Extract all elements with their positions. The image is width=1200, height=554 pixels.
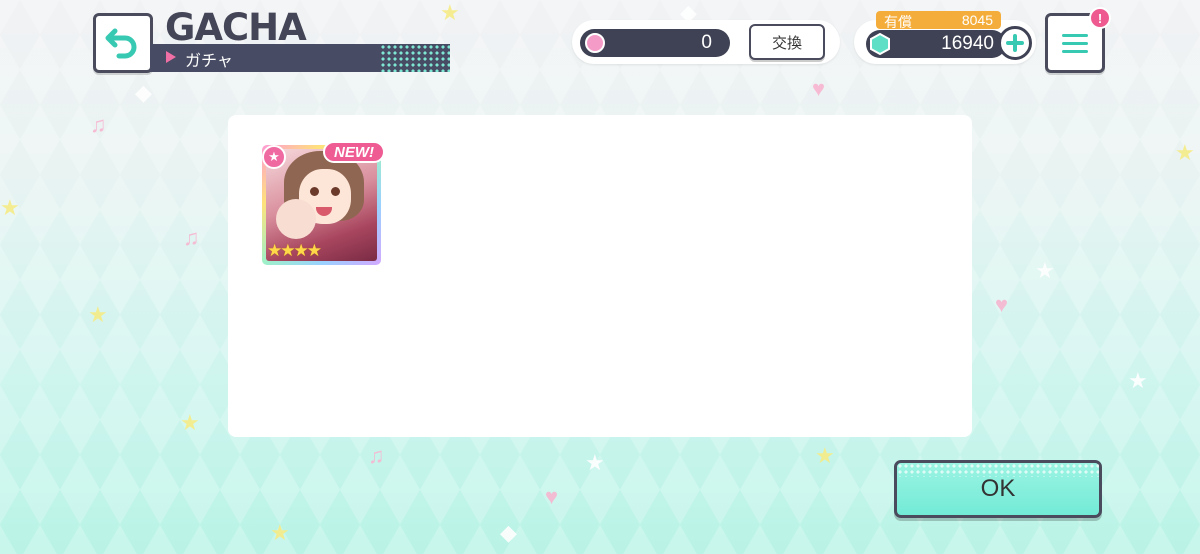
heart-decoration-icon: ♥	[812, 76, 826, 101]
paid-amount: 8045	[961, 12, 993, 28]
paid-label-text: 有償	[884, 14, 912, 30]
gem-currency-pill: 16940	[866, 30, 1006, 58]
diamond-decoration-icon: ◆	[500, 520, 517, 545]
music-note-icon: ♫	[368, 443, 385, 468]
star-decoration-icon: ★	[270, 520, 290, 545]
rarity-stars: ★★★★	[267, 241, 322, 260]
star-decoration-icon: ★	[585, 450, 605, 475]
star-attribute-icon: ★	[262, 145, 286, 169]
page-subtitle: ガチャ	[185, 53, 233, 70]
hamburger-icon	[1062, 33, 1088, 37]
gem-icon	[870, 32, 890, 56]
notification-badge: !	[1089, 7, 1111, 29]
back-button[interactable]	[93, 13, 153, 73]
disc-icon	[585, 33, 605, 53]
heart-decoration-icon: ♥	[545, 484, 559, 509]
ok-button[interactable]: OK	[894, 460, 1102, 518]
star-decoration-icon: ★	[440, 0, 460, 25]
new-badge: NEW!	[323, 141, 385, 163]
star-decoration-icon: ★	[1128, 368, 1148, 393]
disc-currency-pill: 0	[580, 29, 730, 57]
diamond-decoration-icon: ◆	[135, 80, 152, 105]
back-arrow-icon	[105, 28, 137, 59]
star-decoration-icon: ★	[88, 302, 108, 327]
exchange-button[interactable]: 交換	[749, 24, 825, 60]
plus-icon	[1006, 34, 1024, 52]
paid-gem-label: 有償 8045	[876, 11, 1001, 30]
heart-decoration-icon: ♥	[995, 292, 1009, 317]
disc-amount: 0	[701, 32, 712, 53]
page-title: GACHA	[165, 6, 307, 49]
play-arrow-icon	[166, 51, 176, 63]
star-decoration-icon: ★	[1035, 258, 1055, 283]
ok-button-label: OK	[980, 475, 1016, 502]
star-decoration-icon: ★	[1175, 140, 1195, 165]
star-decoration-icon: ★	[0, 195, 20, 220]
music-note-icon: ♫	[183, 225, 200, 250]
star-decoration-icon: ★	[815, 443, 835, 468]
gem-amount: 16940	[941, 33, 994, 54]
buy-gems-button[interactable]	[998, 26, 1032, 60]
star-decoration-icon: ★	[180, 410, 200, 435]
music-note-icon: ♫	[90, 112, 107, 137]
